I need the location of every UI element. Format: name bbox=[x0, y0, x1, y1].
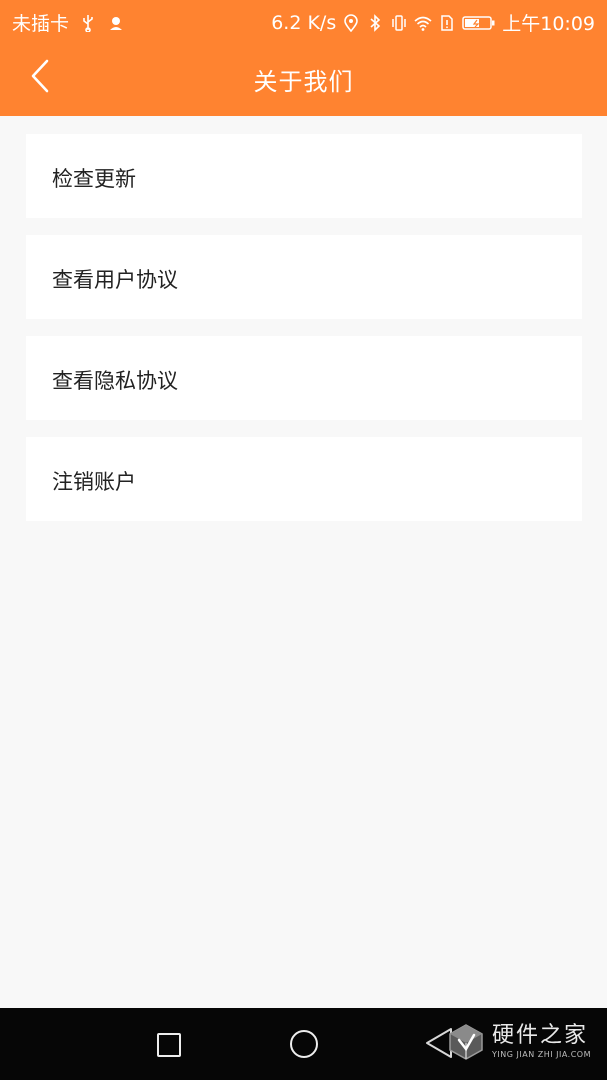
location-icon bbox=[342, 13, 360, 32]
battery-charging-icon bbox=[462, 14, 496, 32]
status-bar: 未插卡 6.2 K/s 上午10:09 bbox=[0, 0, 607, 40]
vibrate-icon bbox=[390, 14, 408, 32]
privacy-agreement-item[interactable]: 查看隐私协议 bbox=[26, 336, 582, 420]
watermark-text: 硬件之家 YING JIAN ZHI JIA.COM bbox=[492, 1025, 591, 1059]
network-speed: 6.2 K/s bbox=[271, 11, 337, 34]
sim-alert-icon bbox=[438, 14, 456, 32]
top-bar: 未插卡 6.2 K/s 上午10:09 关于我们 bbox=[0, 0, 607, 116]
app-bar: 关于我们 bbox=[0, 40, 607, 116]
menu-item-label: 注销账户 bbox=[52, 470, 136, 494]
app-notification-icon bbox=[107, 14, 125, 32]
clock: 上午10:09 bbox=[502, 13, 595, 35]
delete-account-item[interactable]: 注销账户 bbox=[26, 437, 582, 521]
watermark: 硬件之家 YING JIAN ZHI JIA.COM bbox=[446, 1016, 591, 1068]
recents-square-icon[interactable] bbox=[157, 1033, 181, 1057]
carrier-text: 未插卡 bbox=[12, 13, 70, 35]
menu-list: 检查更新 查看用户协议 查看隐私协议 注销账户 bbox=[26, 134, 582, 538]
user-agreement-item[interactable]: 查看用户协议 bbox=[26, 235, 582, 319]
menu-item-label: 查看用户协议 bbox=[52, 268, 178, 292]
status-left: 未插卡 bbox=[12, 9, 125, 36]
status-right: 6.2 K/s 上午10:09 bbox=[271, 9, 595, 36]
menu-item-label: 查看隐私协议 bbox=[52, 369, 178, 393]
watermark-subtitle: YING JIAN ZHI JIA.COM bbox=[492, 1050, 591, 1059]
usb-icon bbox=[79, 14, 97, 32]
watermark-logo-icon bbox=[446, 1022, 486, 1062]
page-title: 关于我们 bbox=[253, 68, 354, 96]
menu-item-label: 检查更新 bbox=[52, 167, 136, 191]
wifi-icon bbox=[414, 14, 432, 32]
check-update-item[interactable]: 检查更新 bbox=[26, 134, 582, 218]
watermark-title: 硬件之家 bbox=[492, 1023, 589, 1048]
navigation-bar: 硬件之家 YING JIAN ZHI JIA.COM bbox=[0, 1008, 607, 1080]
home-circle-icon[interactable] bbox=[290, 1030, 318, 1058]
bluetooth-icon bbox=[366, 13, 384, 32]
